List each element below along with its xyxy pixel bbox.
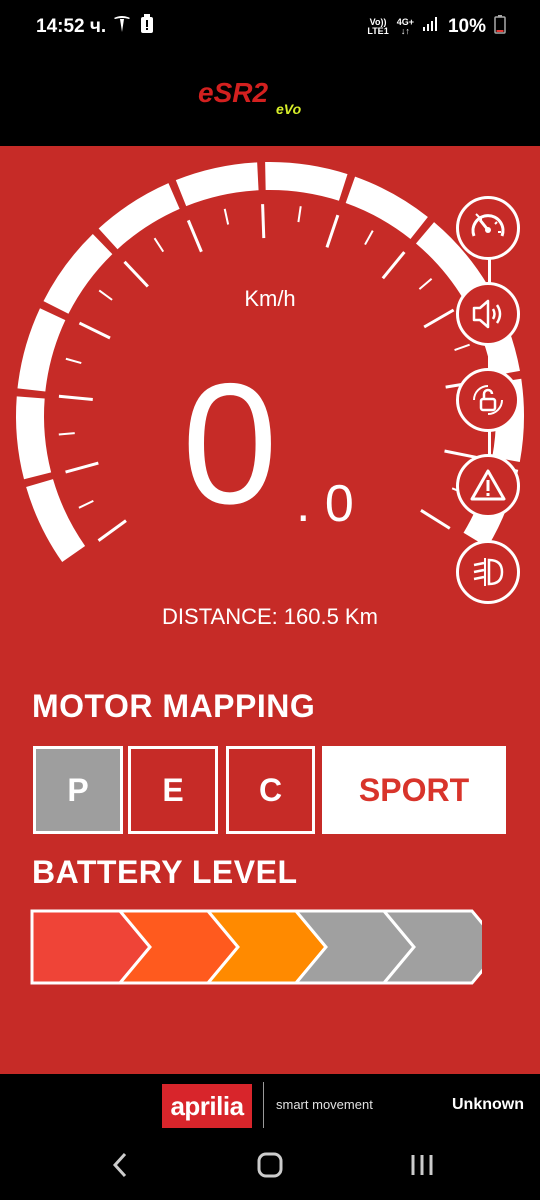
gauge-tick: [381, 251, 406, 280]
gauge-segment: [26, 479, 86, 563]
signal-icon: [422, 16, 440, 38]
mode-e-button[interactable]: E: [128, 746, 218, 834]
gauge-tick: [153, 237, 165, 253]
gauge-tick: [123, 260, 149, 288]
gauge-segment: [16, 396, 52, 480]
aprilia-logo: aprilia: [162, 1084, 252, 1128]
battery-icon: [494, 14, 506, 40]
mode-c-button[interactable]: C: [226, 746, 315, 834]
speaker-icon: [472, 299, 502, 329]
warning-icon: [470, 469, 506, 501]
gauge-tick: [261, 204, 266, 239]
gauge-tick: [97, 519, 127, 542]
hazard-button[interactable]: [456, 454, 520, 518]
network-indicator: Vo)) LTE1: [367, 17, 389, 36]
mode-p-button[interactable]: P: [33, 746, 123, 834]
gauge-segment: [17, 308, 66, 392]
gauge-tick: [65, 461, 99, 474]
battery-level-title: BATTERY LEVEL: [32, 854, 298, 890]
gauge-tick: [58, 394, 93, 401]
status-bar: 14:52 ч. Vo)) LTE1 4G+ ↓↑ 10%: [0, 0, 540, 52]
gauge-segment: [345, 176, 428, 239]
battery-percent: 10%: [447, 16, 486, 37]
unlock-icon: [473, 385, 503, 415]
gauge-tick: [454, 343, 470, 351]
esr2-logo: eSR2 eVo: [196, 77, 346, 123]
speed-decimal: . 0: [296, 475, 354, 533]
gauge-segment: [98, 183, 180, 250]
connection-status: Unknown: [452, 1096, 524, 1113]
mode-sport-button[interactable]: SPORT: [322, 746, 506, 834]
speedometer-icon: [471, 213, 505, 237]
tesla-icon: [112, 14, 132, 40]
gauge-tick: [423, 308, 455, 329]
lights-button[interactable]: [456, 540, 520, 604]
gauge-tick: [78, 321, 111, 340]
distance-value: 160.5 Km: [283, 604, 378, 629]
tagline: smart movement: [276, 1097, 373, 1112]
gauge-tick: [420, 509, 451, 530]
gauge-tick: [65, 357, 82, 365]
gauge-tick: [297, 206, 302, 223]
back-icon: [112, 1152, 127, 1178]
recents-button[interactable]: [402, 1148, 442, 1182]
clock: 14:52 ч.: [36, 16, 107, 37]
gauge-segment: [265, 162, 348, 201]
motor-mapping-title: MOTOR MAPPING: [32, 688, 316, 724]
gauge-tick: [223, 208, 230, 225]
recents-icon: [411, 1155, 433, 1175]
horn-button[interactable]: [456, 282, 520, 346]
gauge-tick: [186, 219, 203, 253]
battery-level-bar: [30, 909, 482, 985]
logo-text: eSR2: [198, 78, 268, 108]
gauge-tick: [78, 499, 94, 509]
distance-readout: DISTANCE: 160.5 Km: [0, 604, 540, 630]
back-button[interactable]: [100, 1148, 140, 1182]
gauge-tick: [364, 230, 374, 246]
gauge-tick: [58, 432, 75, 436]
home-icon: [257, 1152, 283, 1178]
battery-alert-icon: [140, 14, 154, 40]
network-gen-indicator: 4G+ ↓↑: [396, 17, 414, 36]
gauge-tick: [325, 214, 340, 248]
lock-button[interactable]: [456, 368, 520, 432]
speed-value: 0: [182, 348, 278, 540]
cruise-control-button[interactable]: [456, 196, 520, 260]
footer-divider: [263, 1082, 264, 1128]
gauge-segment: [175, 162, 259, 207]
distance-label: DISTANCE:: [162, 604, 278, 629]
logo-sub: eVo: [276, 101, 302, 117]
home-button[interactable]: [250, 1148, 290, 1182]
headlight-icon: [473, 558, 504, 586]
